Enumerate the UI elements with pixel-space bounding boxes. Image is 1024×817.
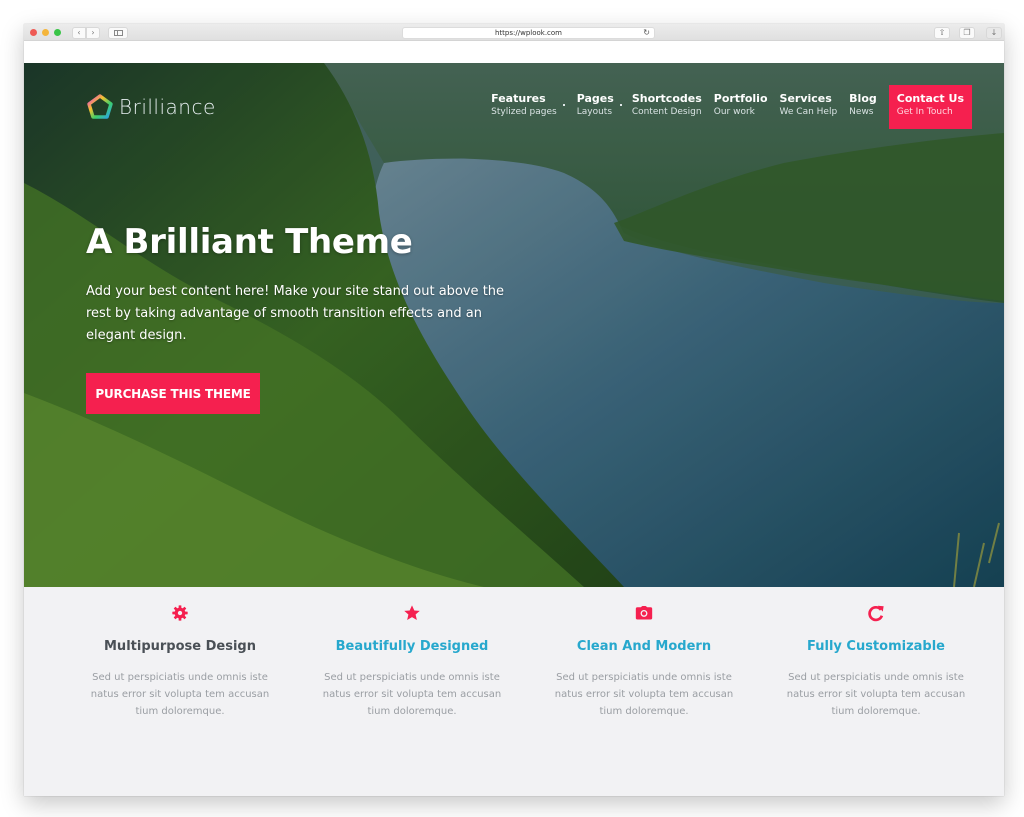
main-navigation: Features Stylized pages Pages Layouts Sh…: [485, 85, 972, 129]
nav-label: Pages: [576, 92, 614, 105]
nav-sublabel: Our work: [713, 107, 755, 117]
camera-icon: [635, 606, 653, 620]
browser-toolbar: ‹ › https://wplook.com ↻ ⇧ ❐ ↓: [24, 24, 1004, 41]
nav-item-services[interactable]: Services We Can Help: [774, 85, 844, 129]
sidebar-icon: [113, 30, 123, 36]
nav-sublabel: Get In Touch: [896, 107, 953, 117]
site-logo[interactable]: Brilliance: [86, 93, 216, 121]
url-text: https://wplook.com: [495, 29, 562, 37]
hero-section: Brilliance Features Stylized pages Pages…: [24, 63, 1004, 587]
feature-card: Clean And Modern Sed ut perspiciatis und…: [528, 587, 760, 796]
nav-item-portfolio[interactable]: Portfolio Our work: [708, 85, 774, 129]
feature-text: Sed ut perspiciatis unde omnis iste natu…: [322, 672, 502, 717]
nav-sublabel: We Can Help: [779, 107, 838, 117]
nav-label: Services: [779, 92, 832, 105]
feature-text: Sed ut perspiciatis unde omnis iste natu…: [90, 672, 270, 717]
close-window-button[interactable]: [30, 29, 37, 36]
share-icon: ⇧: [938, 28, 946, 37]
nav-item-blog[interactable]: Blog News: [843, 85, 883, 129]
forward-button[interactable]: ›: [86, 27, 100, 39]
feature-card: Multipurpose Design Sed ut perspiciatis …: [64, 587, 296, 796]
maximize-window-button[interactable]: [54, 29, 61, 36]
feature-text: Sed ut perspiciatis unde omnis iste natu…: [786, 672, 966, 717]
nav-sublabel: Content Design: [631, 107, 702, 117]
sidebar-toggle-button[interactable]: [108, 27, 128, 39]
feature-text: Sed ut perspiciatis unde omnis iste natu…: [554, 672, 734, 717]
features-section: Multipurpose Design Sed ut perspiciatis …: [24, 587, 1004, 796]
share-button[interactable]: ⇧: [934, 27, 950, 39]
refresh-icon: [868, 605, 884, 622]
reload-icon[interactable]: ↻: [643, 28, 650, 38]
star-icon: [404, 605, 420, 621]
feature-title: Clean And Modern: [576, 639, 712, 654]
brand-name: Brilliance: [119, 95, 216, 119]
hero-description: Add your best content here! Make your si…: [86, 284, 505, 343]
nav-label: Portfolio: [713, 92, 768, 105]
address-bar[interactable]: https://wplook.com ↻: [402, 27, 655, 39]
nav-item-features[interactable]: Features Stylized pages: [485, 85, 565, 129]
page-top-strip: [24, 41, 1004, 63]
gear-icon: [172, 605, 188, 621]
feature-title: Beautifully Designed: [335, 639, 489, 654]
feature-card: Fully Customizable Sed ut perspiciatis u…: [760, 587, 992, 796]
nav-item-pages[interactable]: Pages Layouts: [571, 85, 622, 129]
purchase-theme-button[interactable]: PURCHASE THIS THEME: [86, 373, 260, 414]
feature-card: Beautifully Designed Sed ut perspiciatis…: [296, 587, 528, 796]
tabs-button[interactable]: ❐: [959, 27, 975, 39]
nav-sublabel: News: [849, 107, 874, 117]
nav-sublabel: Layouts: [576, 107, 613, 117]
downloads-button[interactable]: ↓: [986, 27, 1002, 39]
pentagon-logo-icon: [87, 94, 113, 119]
chevron-left-icon: ‹: [77, 28, 81, 37]
nav-label: Contact Us: [896, 92, 964, 105]
nav-item-shortcodes[interactable]: Shortcodes Content Design: [626, 85, 708, 129]
chevron-right-icon: ›: [91, 28, 95, 37]
download-icon: ↓: [990, 28, 998, 37]
tabs-icon: ❐: [963, 28, 971, 37]
nav-sublabel: Stylized pages: [491, 107, 557, 117]
feature-title: Multipurpose Design: [104, 639, 256, 654]
feature-title: Fully Customizable: [807, 639, 945, 654]
nav-item-contact-us[interactable]: Contact Us Get In Touch: [888, 85, 972, 129]
nav-label: Features: [491, 92, 546, 105]
browser-window: ‹ › https://wplook.com ↻ ⇧ ❐ ↓ Brillianc…: [24, 24, 1004, 796]
nav-label: Shortcodes: [631, 92, 702, 105]
nav-label: Blog: [849, 92, 877, 105]
minimize-window-button[interactable]: [42, 29, 49, 36]
hero-title: A Brilliant Theme: [86, 222, 413, 262]
back-button[interactable]: ‹: [72, 27, 86, 39]
